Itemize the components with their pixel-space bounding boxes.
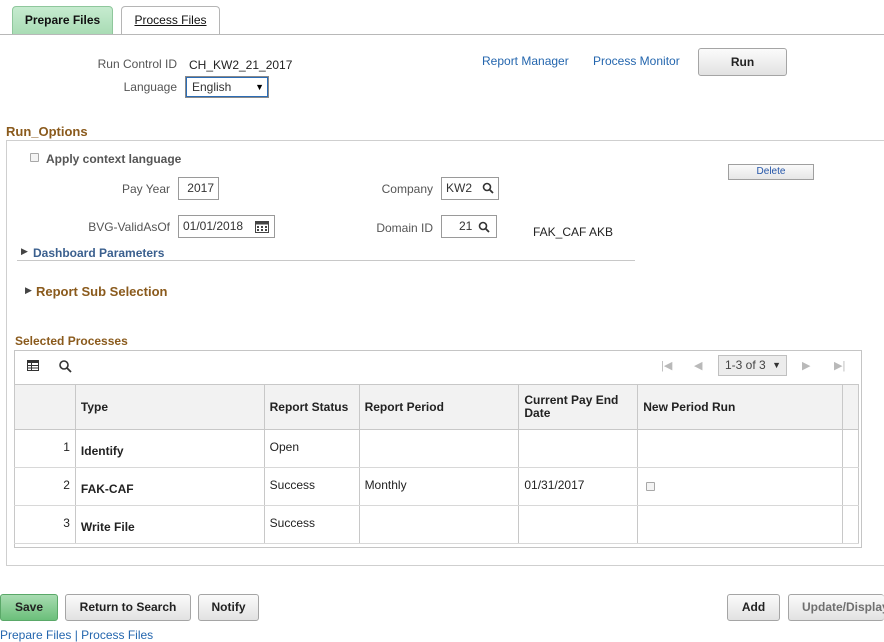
pay-year-label: Pay Year — [121, 182, 170, 196]
dashboard-divider — [17, 260, 635, 261]
pay-year-input[interactable]: 2017 — [178, 177, 219, 200]
processes-table: Type Report Status Report Period Current… — [14, 384, 860, 544]
tab-process-files[interactable]: Process Files — [121, 6, 220, 35]
column-header-type: Type — [74, 384, 265, 430]
column-header-row-number — [14, 384, 76, 430]
pager-select[interactable]: 1-3 of 3 ▼ — [718, 355, 787, 376]
table-header-row: Type Report Status Report Period Current… — [14, 384, 860, 430]
new-period-run-checkbox[interactable] — [646, 482, 656, 491]
process-monitor-link[interactable]: Process Monitor — [593, 54, 680, 68]
language-select[interactable]: English ▼ — [185, 76, 269, 98]
column-header-report-period: Report Period — [358, 384, 520, 430]
bvg-valid-as-of-label: BVG-ValidAsOf — [88, 220, 170, 234]
tab-bar-divider — [0, 34, 884, 35]
row-pay-end-date — [518, 429, 639, 468]
column-header-current-pay-end-date: Current Pay End Date — [518, 384, 639, 430]
column-header-new-period-run: New Period Run — [637, 384, 843, 430]
row-report-status: Success — [263, 505, 360, 544]
run-control-id-value: CH_KW2_21_2017 — [189, 58, 293, 72]
tab-process-files-label: Process Files — [134, 13, 207, 27]
table-row: 3 Write File Success — [14, 505, 860, 544]
run-button[interactable]: Run — [698, 48, 787, 76]
dropdown-arrow-icon: ▼ — [255, 82, 264, 92]
row-spacer — [841, 467, 860, 506]
grid-settings-icon[interactable] — [27, 360, 40, 372]
save-button[interactable]: Save — [0, 594, 58, 621]
domain-lookup-icon[interactable] — [478, 221, 490, 233]
previous-page-icon[interactable]: ◀ — [694, 359, 702, 372]
row-report-period — [358, 505, 520, 544]
notify-button[interactable]: Notify — [198, 594, 259, 621]
bvg-valid-as-of-value: 01/01/2018 — [183, 219, 244, 233]
run-options-title: Run_Options — [6, 124, 88, 139]
language-select-value: English — [192, 80, 232, 94]
row-new-period-run — [637, 505, 843, 544]
row-report-status: Success — [263, 467, 360, 506]
dashboard-expand-icon[interactable]: ▶ — [21, 246, 28, 257]
row-pay-end-date — [518, 505, 639, 544]
row-number: 1 — [14, 429, 76, 468]
tab-prepare-files[interactable]: Prepare Files — [12, 6, 113, 35]
first-page-icon[interactable]: |◀ — [661, 359, 672, 372]
domain-id-label: Domain ID — [376, 221, 433, 235]
report-manager-link[interactable]: Report Manager — [482, 54, 569, 68]
column-header-spacer — [841, 384, 860, 430]
row-report-period — [358, 429, 520, 468]
delete-button[interactable]: Delete — [728, 164, 814, 180]
dashboard-parameters-link[interactable]: Dashboard Parameters — [33, 246, 164, 260]
domain-description: FAK_CAF AKB — [533, 225, 614, 239]
row-spacer — [841, 505, 860, 544]
row-pay-end-date: 01/31/2017 — [518, 467, 639, 506]
calendar-icon[interactable] — [255, 220, 269, 233]
company-label: Company — [381, 182, 433, 196]
table-row: 1 Identify Open — [14, 429, 860, 468]
apply-context-language-checkbox[interactable] — [30, 153, 39, 162]
row-type: Write File — [74, 505, 265, 544]
company-lookup-icon[interactable] — [482, 182, 494, 194]
add-button[interactable]: Add — [727, 594, 780, 621]
apply-context-language-label: Apply context language — [46, 152, 182, 166]
language-label: Language — [123, 80, 177, 94]
run-control-id-label: Run Control ID — [97, 57, 177, 71]
row-report-status: Open — [263, 429, 360, 468]
row-number: 2 — [14, 467, 76, 506]
update-display-button[interactable]: Update/Display — [788, 594, 884, 621]
column-header-report-status: Report Status — [263, 384, 360, 430]
row-report-period: Monthly — [358, 467, 520, 506]
row-new-period-run — [637, 467, 843, 506]
table-row: 2 FAK-CAF Success Monthly 01/31/2017 — [14, 467, 860, 506]
search-icon[interactable] — [59, 360, 72, 373]
row-spacer — [841, 429, 860, 468]
pager-dropdown-icon: ▼ — [772, 360, 781, 370]
next-page-icon[interactable]: ▶ — [802, 359, 810, 372]
footer-links[interactable]: Prepare Files | Process Files — [0, 628, 153, 642]
row-type: Identify — [74, 429, 265, 468]
pager-range: 1-3 of 3 — [725, 358, 766, 372]
row-new-period-run — [637, 429, 843, 468]
report-sub-selection-expand-icon[interactable]: ▶ — [25, 285, 32, 296]
return-to-search-button[interactable]: Return to Search — [65, 594, 191, 621]
domain-id-value: 21 — [459, 219, 473, 233]
row-number: 3 — [14, 505, 76, 544]
company-input-value: KW2 — [446, 181, 473, 195]
last-page-icon[interactable]: ▶| — [834, 359, 845, 372]
row-type: FAK-CAF — [74, 467, 265, 506]
selected-processes-title: Selected Processes — [15, 334, 128, 348]
report-sub-selection-link[interactable]: Report Sub Selection — [36, 284, 167, 299]
